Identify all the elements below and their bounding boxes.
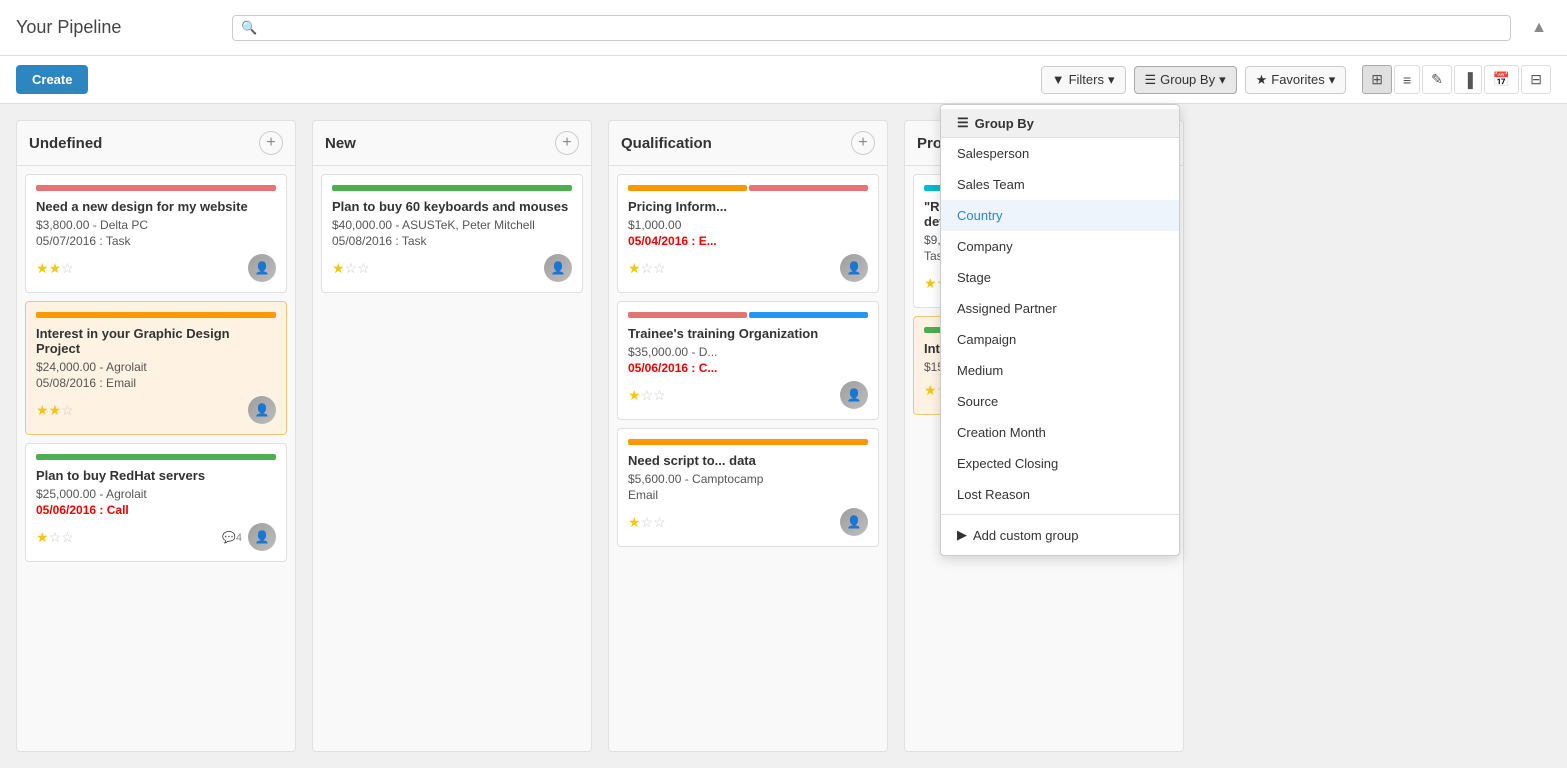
groupby-menu-icon: ☰ xyxy=(957,115,969,131)
chevron-right-icon: ▶ xyxy=(957,527,967,543)
groupby-menu-title: Group By xyxy=(975,116,1034,131)
groupby-menu-item[interactable]: Medium xyxy=(941,355,1179,386)
add-custom-group-item[interactable]: ▶ Add custom group xyxy=(941,519,1179,551)
groupby-menu-item[interactable]: Country xyxy=(941,200,1179,231)
dropdown-divider xyxy=(941,514,1179,515)
groupby-menu-item[interactable]: Company xyxy=(941,231,1179,262)
dropdown-section-header: ☰ Group By xyxy=(941,109,1179,138)
groupby-dropdown: ☰ Group By SalespersonSales TeamCountryC… xyxy=(940,104,1180,556)
groupby-menu-item[interactable]: Sales Team xyxy=(941,169,1179,200)
groupby-menu-item[interactable]: Expected Closing xyxy=(941,448,1179,479)
add-custom-group-label: Add custom group xyxy=(973,528,1079,543)
groupby-menu-item[interactable]: Stage xyxy=(941,262,1179,293)
groupby-menu-item[interactable]: Lost Reason xyxy=(941,479,1179,510)
groupby-menu-item[interactable]: Creation Month xyxy=(941,417,1179,448)
dropdown-overlay[interactable] xyxy=(0,0,1567,768)
groupby-menu-item[interactable]: Campaign xyxy=(941,324,1179,355)
groupby-menu-item[interactable]: Source xyxy=(941,386,1179,417)
groupby-menu-item[interactable]: Salesperson xyxy=(941,138,1179,169)
groupby-menu-item[interactable]: Assigned Partner xyxy=(941,293,1179,324)
